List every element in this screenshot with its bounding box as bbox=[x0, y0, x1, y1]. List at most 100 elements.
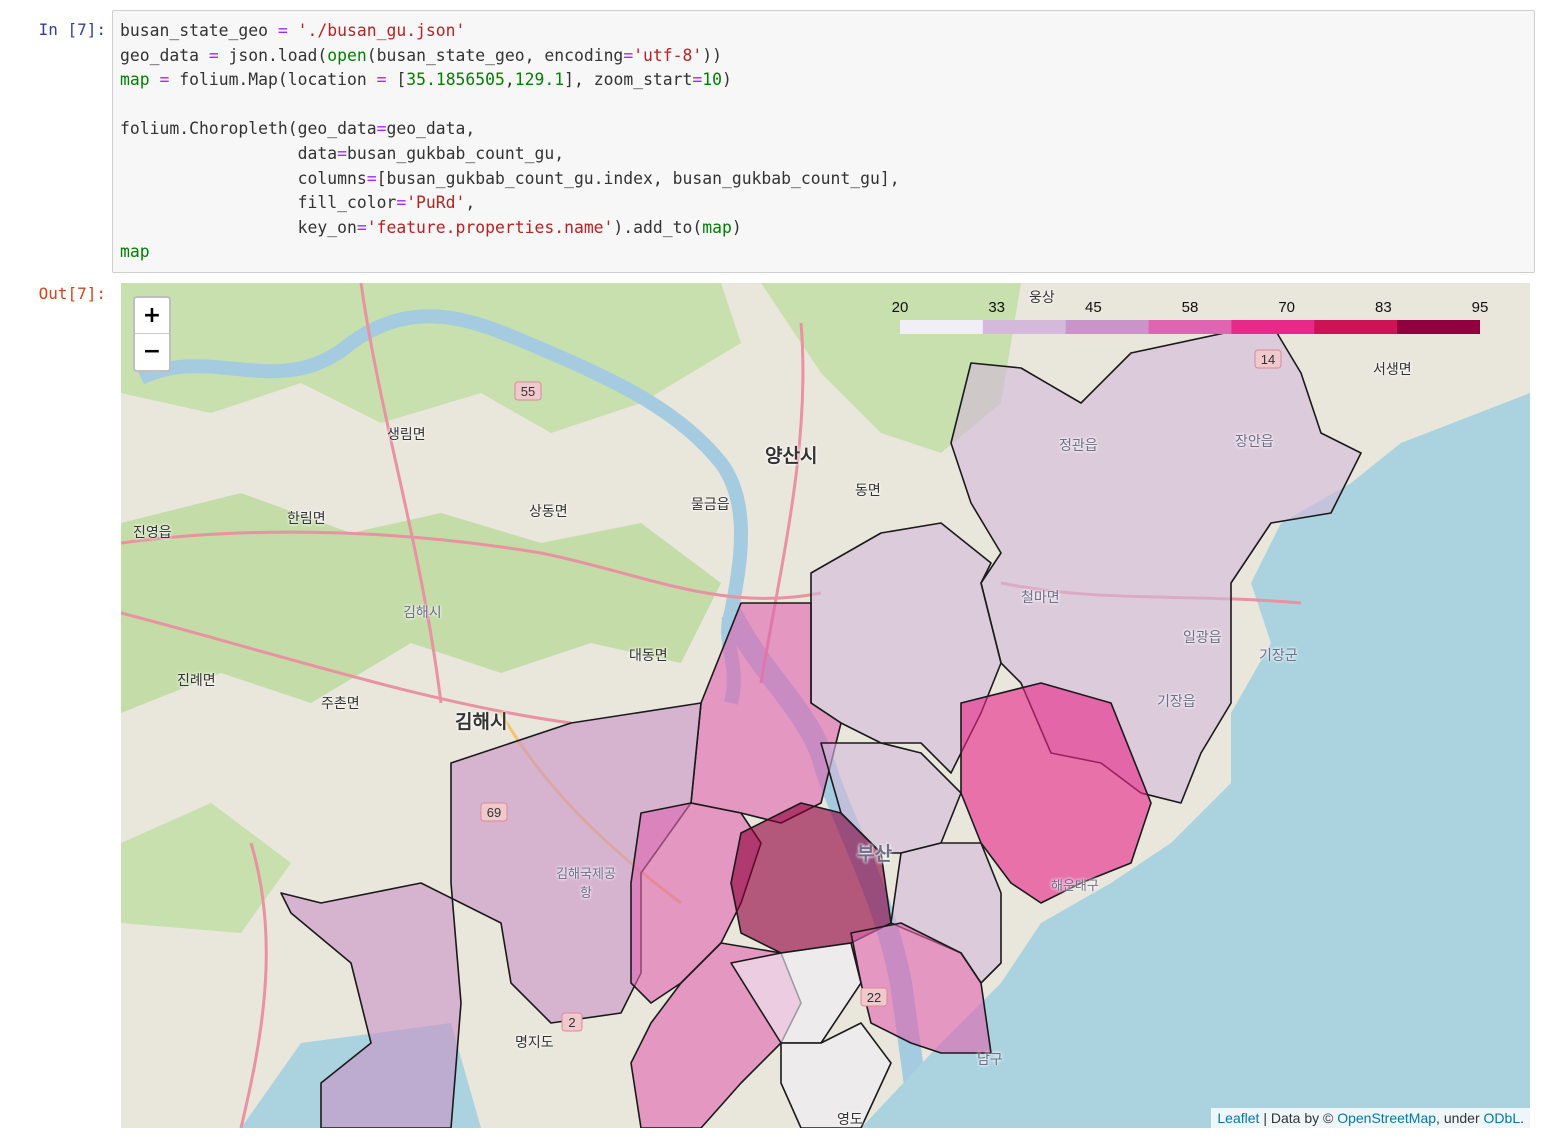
code-line: map bbox=[120, 242, 150, 261]
code-token: , bbox=[465, 193, 476, 213]
code-token: fill_color bbox=[120, 193, 397, 213]
code-token: , bbox=[504, 70, 515, 90]
legend-tick: 45 bbox=[1084, 299, 1102, 316]
place-label-daedong: 대동면 bbox=[629, 648, 668, 664]
code-token: = bbox=[337, 143, 347, 163]
code-token: 'PuRd' bbox=[406, 193, 466, 213]
code-token: = bbox=[208, 45, 219, 65]
code-token: map bbox=[120, 70, 150, 90]
legend-tick: 33 bbox=[988, 299, 1005, 316]
code-token: ) bbox=[731, 217, 742, 237]
place-label-ilgwang: 일광읍 bbox=[1183, 630, 1222, 646]
code-cell[interactable]: busan_state_geo = './busan_gu.json' geo_… bbox=[112, 10, 1535, 273]
osm-link[interactable]: OpenStreetMap bbox=[1337, 1110, 1436, 1126]
road-shield-69: 69 bbox=[487, 805, 501, 820]
code-token: = bbox=[376, 119, 387, 139]
code-line: geo_data = json.load(open(busan_state_ge… bbox=[120, 46, 722, 65]
color-legend: 20 33 45 58 70 83 95 bbox=[889, 299, 1489, 339]
legend-tick: 20 bbox=[891, 299, 909, 316]
code-token: ).add_to( bbox=[613, 217, 703, 237]
leaflet-link[interactable]: Leaflet bbox=[1217, 1110, 1259, 1126]
code-token: data bbox=[120, 143, 338, 163]
code-token: (busan_state_geo, encoding bbox=[366, 45, 624, 65]
legend-tick: 58 bbox=[1181, 299, 1199, 316]
code-line: key_on='feature.properties.name').add_to… bbox=[120, 218, 742, 237]
zoom-in-button[interactable]: + bbox=[135, 298, 169, 334]
road-shield-22: 22 bbox=[867, 990, 881, 1005]
place-label-dong-myeon: 동면 bbox=[855, 483, 881, 499]
place-label-jangan: 장안읍 bbox=[1235, 434, 1274, 450]
legend-swatch bbox=[1397, 320, 1480, 334]
legend-swatch bbox=[1148, 320, 1232, 334]
code-token: geo_data, bbox=[386, 119, 476, 139]
legend-tick: 83 bbox=[1374, 299, 1392, 316]
code-line: folium.Choropleth(geo_data=geo_data, bbox=[120, 119, 475, 138]
code-token: = bbox=[623, 45, 634, 65]
attrib-end: . bbox=[1520, 1110, 1524, 1126]
code-token: './busan_gu.json' bbox=[297, 21, 466, 40]
code-line: map = folium.Map(location = [35.1856505,… bbox=[120, 70, 732, 89]
place-label-juchon: 주촌면 bbox=[321, 696, 360, 712]
code-line: fill_color='PuRd', bbox=[120, 193, 476, 213]
code-token: 129.1 bbox=[514, 70, 565, 90]
place-label-nam-gu: 남구 bbox=[977, 1052, 1003, 1068]
place-label-gimhae-small: 김해시 bbox=[403, 605, 442, 621]
place-label-jinyeong: 진영읍 bbox=[133, 525, 172, 541]
place-label-jinrye: 진례면 bbox=[177, 673, 216, 689]
attrib-sep: | Data by © bbox=[1259, 1110, 1338, 1126]
place-label-saengnim: 생림면 bbox=[387, 427, 426, 443]
code-token: = bbox=[159, 70, 170, 90]
place-label-gijang-eup: 기장읍 bbox=[1157, 694, 1196, 710]
code-token: = bbox=[376, 70, 387, 90]
code-token: busan_gukbab_count_gu, bbox=[346, 143, 565, 163]
zoom-out-button[interactable]: − bbox=[135, 334, 169, 370]
road-shield-14: 14 bbox=[1261, 352, 1275, 367]
code-token: 'feature.properties.name' bbox=[366, 217, 614, 237]
code-token: [busan_gukbab_count_gu.index, busan_gukb… bbox=[376, 168, 900, 188]
code-token: [ bbox=[386, 70, 407, 90]
place-label-haeundae: 해운대구 bbox=[1051, 879, 1099, 894]
code-token: ) bbox=[722, 70, 732, 90]
code-token: )) bbox=[702, 45, 723, 65]
legend-swatch bbox=[900, 320, 984, 334]
place-label-mulgeum: 물금읍 bbox=[691, 497, 730, 513]
output-prompt: Out[7]: bbox=[38, 284, 106, 303]
place-label-busan: 부산 bbox=[857, 843, 892, 865]
input-prompt: In [7]: bbox=[38, 20, 106, 39]
map-attribution: Leaflet | Data by © OpenStreetMap, under… bbox=[1211, 1108, 1530, 1128]
code-token: = bbox=[366, 168, 377, 188]
code-token: map bbox=[702, 217, 732, 237]
code-token: 'utf-8' bbox=[633, 45, 703, 65]
code-token: map bbox=[120, 242, 150, 262]
code-token: = bbox=[277, 21, 288, 40]
legend-color-bar bbox=[900, 320, 1480, 334]
code-line: busan_state_geo = './busan_gu.json' bbox=[120, 21, 465, 40]
place-label-yangsan: 양산시 bbox=[765, 445, 818, 467]
code-line: data=busan_gukbab_count_gu, bbox=[120, 144, 564, 163]
code-token: geo_data bbox=[120, 45, 209, 65]
code-token: = bbox=[396, 193, 407, 213]
legend-swatch bbox=[1231, 320, 1315, 334]
place-label-gijang-gun: 기장군 bbox=[1259, 648, 1298, 664]
choropleth-map[interactable]: 55 69 14 22 2 웅상 서생면 생림면 양산시 동면 물금읍 상동면 … bbox=[121, 283, 1530, 1128]
code-token: folium.Choropleth(geo_data bbox=[120, 119, 377, 139]
place-label-sangdong: 상동면 bbox=[529, 504, 568, 520]
legend-swatch bbox=[982, 320, 1067, 334]
place-label-seosaeng: 서생면 bbox=[1373, 362, 1412, 378]
code-token: = bbox=[692, 70, 703, 90]
road-shield-2: 2 bbox=[568, 1015, 575, 1030]
code-editor[interactable]: busan_state_geo = './busan_gu.json' geo_… bbox=[113, 11, 1534, 265]
place-label-cheolma: 철마면 bbox=[1021, 590, 1060, 606]
code-line: columns=[busan_gukbab_count_gu.index, bu… bbox=[120, 169, 900, 188]
place-label-myeongji: 명지도 bbox=[515, 1035, 554, 1051]
code-token: folium.Map(location bbox=[169, 70, 377, 90]
code-token: 35.1856505 bbox=[406, 70, 505, 90]
legend-swatch bbox=[1065, 320, 1150, 334]
code-token: busan_state_geo bbox=[120, 21, 278, 40]
place-label-yeongdo: 영도 bbox=[837, 1112, 863, 1128]
code-token: json.load( bbox=[218, 45, 328, 65]
odbl-link[interactable]: ODbL bbox=[1484, 1110, 1521, 1126]
attrib-under: , under bbox=[1436, 1110, 1484, 1126]
